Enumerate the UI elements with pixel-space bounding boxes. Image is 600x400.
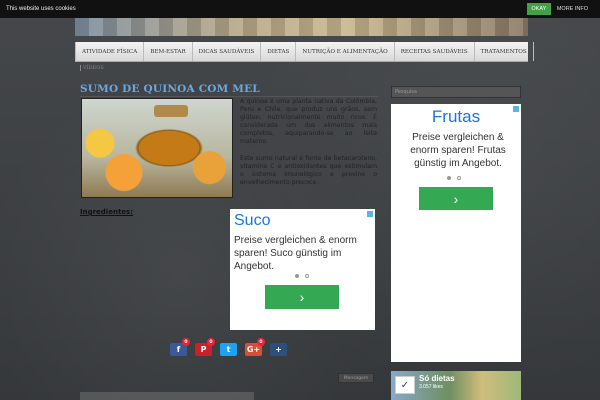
ad-title[interactable]: Frutas	[391, 107, 521, 127]
nav-item-bem-estar[interactable]: BEM-ESTAR	[144, 42, 193, 61]
post-image-honey-jar	[81, 98, 233, 198]
header-image-strip	[75, 18, 528, 36]
next-post-title-preview	[80, 392, 370, 400]
post-paragraph-1: A quinoa é uma planta nativa da Colômbia…	[240, 98, 377, 146]
facebook-page-widget[interactable]: ✓ Só dietas 3.057 likes	[391, 371, 521, 400]
carousel-dot-active[interactable]	[295, 274, 299, 278]
facebook-icon[interactable]: f0	[170, 338, 190, 356]
post-paragraph-2: Este sumo natural é fonte de betacaroten…	[240, 154, 377, 186]
sub-nav: VÍDEOS	[75, 62, 528, 74]
page-likes: 3.057 likes	[419, 384, 443, 390]
nav-item-nutricao[interactable]: NUTRIÇÃO E ALIMENTAÇÃO	[296, 42, 395, 61]
main-nav: ATIVIDADE FÍSICA BEM-ESTAR DICAS SAUDÁVE…	[75, 42, 534, 62]
title-divider	[80, 96, 378, 97]
nav-item-receitas[interactable]: RECEITAS SAUDÁVEIS	[395, 42, 475, 61]
ad-cta-button[interactable]: ›	[265, 285, 339, 309]
post-body: A quinoa é uma planta nativa da Colômbia…	[240, 98, 377, 195]
cookie-bar: This website uses cookies OKAY MORE INFO	[0, 0, 600, 18]
ad-suco[interactable]: Suco Preise vergleichen & enorm sparen! …	[230, 209, 375, 330]
nav-item-videos[interactable]: VÍDEOS	[80, 65, 104, 71]
share-icon[interactable]: +	[270, 343, 287, 356]
cookie-ok-button[interactable]: OKAY	[526, 3, 551, 15]
page-avatar[interactable]: ✓	[395, 376, 415, 394]
cookie-message: This website uses cookies	[6, 6, 76, 12]
post-title[interactable]: SUMO DE QUINOA COM MEL	[80, 83, 260, 95]
pinterest-icon[interactable]: P0	[195, 338, 215, 356]
page-name[interactable]: Só dietas	[419, 374, 455, 383]
carousel-dot[interactable]	[305, 274, 309, 278]
ad-carousel-dots	[447, 176, 461, 180]
twitter-icon[interactable]: t	[220, 343, 237, 356]
jar-lid	[154, 105, 188, 117]
search-input[interactable]: Pesquisa	[391, 86, 521, 98]
ad-carousel-dots	[295, 274, 309, 278]
facebook-count-badge: 0	[182, 338, 190, 346]
ingredients-heading: Ingredientes:	[80, 208, 133, 216]
pinterest-count-badge: 0	[207, 338, 215, 346]
google-plus-icon[interactable]: G+ 0	[245, 338, 265, 356]
nav-item-atividade-fisica[interactable]: ATIVIDADE FÍSICA	[75, 42, 145, 61]
ad-body: Preise vergleichen & enorm sparen! Fruta…	[410, 132, 506, 169]
ad-cta-button[interactable]: ›	[419, 187, 493, 210]
social-share-bar: f0 P0 t G+ 0 +	[170, 338, 287, 356]
cookie-more-info-link[interactable]: MORE INFO	[557, 6, 588, 12]
ad-frutas[interactable]: Frutas Preise vergleichen & enorm sparen…	[391, 104, 521, 362]
nav-item-tratamentos[interactable]: TRATAMENTOS	[475, 42, 534, 61]
older-posts-link[interactable]: Mensagem	[338, 373, 374, 383]
ad-choices-icon[interactable]	[367, 211, 373, 217]
ad-title[interactable]: Suco	[234, 212, 270, 230]
ad-body: Preise vergleichen & enorm sparen! Suco …	[234, 235, 357, 272]
nav-item-dietas[interactable]: DIETAS	[261, 42, 297, 61]
carousel-dot-active[interactable]	[447, 176, 451, 180]
nav-item-dicas-saudaveis[interactable]: DICAS SAUDÁVEIS	[193, 42, 262, 61]
carousel-dot[interactable]	[457, 176, 461, 180]
google-plus-count-badge: 0	[257, 338, 265, 346]
